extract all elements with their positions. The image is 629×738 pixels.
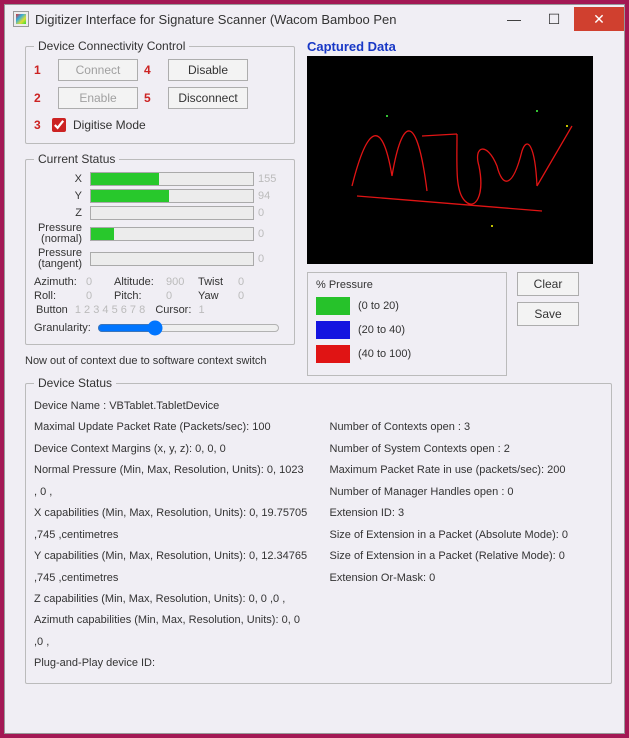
bar-pressure-normal: Pressure (normal) 0: [34, 223, 286, 245]
app-icon: [13, 11, 29, 27]
legend-green: (0 to 20): [316, 297, 498, 315]
save-button[interactable]: Save: [517, 302, 579, 326]
disconnect-button[interactable]: Disconnect: [168, 87, 248, 109]
status-message: Now out of context due to software conte…: [25, 355, 295, 367]
granularity-row: Granularity:: [34, 320, 286, 336]
connectivity-legend: Device Connectivity Control: [34, 39, 189, 53]
device-status-left: Device Name : VBTablet.TabletDevice Maxi…: [34, 396, 308, 675]
bar-y: Y 94: [34, 189, 286, 203]
disable-button[interactable]: Disable: [168, 59, 248, 81]
status-legend: Current Status: [34, 152, 119, 166]
content-area: Device Connectivity Control 1 Connect 4 …: [5, 33, 624, 700]
clear-button[interactable]: Clear: [517, 272, 579, 296]
orientation-grid: Azimuth:0 Altitude:900 Twist0 Roll:0 Pit…: [34, 276, 286, 302]
swatch-blue-icon: [316, 321, 350, 339]
device-status-legend: Device Status: [34, 376, 116, 390]
app-window: Digitizer Interface for Signature Scanne…: [4, 4, 625, 734]
device-status-right: Number of Contexts open : 3 Number of Sy…: [330, 396, 604, 675]
step-3: 3: [34, 118, 48, 132]
legend-red: (40 to 100): [316, 345, 498, 363]
close-button[interactable]: ✕: [574, 7, 624, 31]
digitise-checkbox[interactable]: [52, 118, 66, 132]
legend-blue: (20 to 40): [316, 321, 498, 339]
device-status-panel: Device Status Device Name : VBTablet.Tab…: [25, 376, 612, 684]
pressure-legend-panel: % Pressure (0 to 20) (20 to 40) (40 to 1…: [307, 272, 507, 376]
capture-canvas: [307, 56, 593, 264]
step-2: 2: [34, 91, 48, 105]
window-title: Digitizer Interface for Signature Scanne…: [35, 12, 494, 27]
step-1: 1: [34, 63, 48, 77]
button-row: Button 1 2 3 4 5 6 7 8 Cursor: 1: [34, 304, 286, 316]
enable-button[interactable]: Enable: [58, 87, 138, 109]
connectivity-panel: Device Connectivity Control 1 Connect 4 …: [25, 39, 295, 144]
swatch-red-icon: [316, 345, 350, 363]
bar-pressure-tangent: Pressure (tangent) 0: [34, 248, 286, 270]
step-5: 5: [144, 91, 158, 105]
digitise-label: Digitise Mode: [73, 118, 146, 132]
connect-button[interactable]: Connect: [58, 59, 138, 81]
captured-title: Captured Data: [307, 39, 612, 54]
maximize-button[interactable]: ☐: [534, 7, 574, 31]
step-4: 4: [144, 63, 158, 77]
swatch-green-icon: [316, 297, 350, 315]
bar-z: Z 0: [34, 206, 286, 220]
bar-x: X 155: [34, 172, 286, 186]
status-panel: Current Status X 155 Y 94 Z 0: [25, 152, 295, 345]
granularity-slider[interactable]: [97, 320, 280, 336]
titlebar: Digitizer Interface for Signature Scanne…: [5, 5, 624, 33]
minimize-button[interactable]: —: [494, 7, 534, 31]
